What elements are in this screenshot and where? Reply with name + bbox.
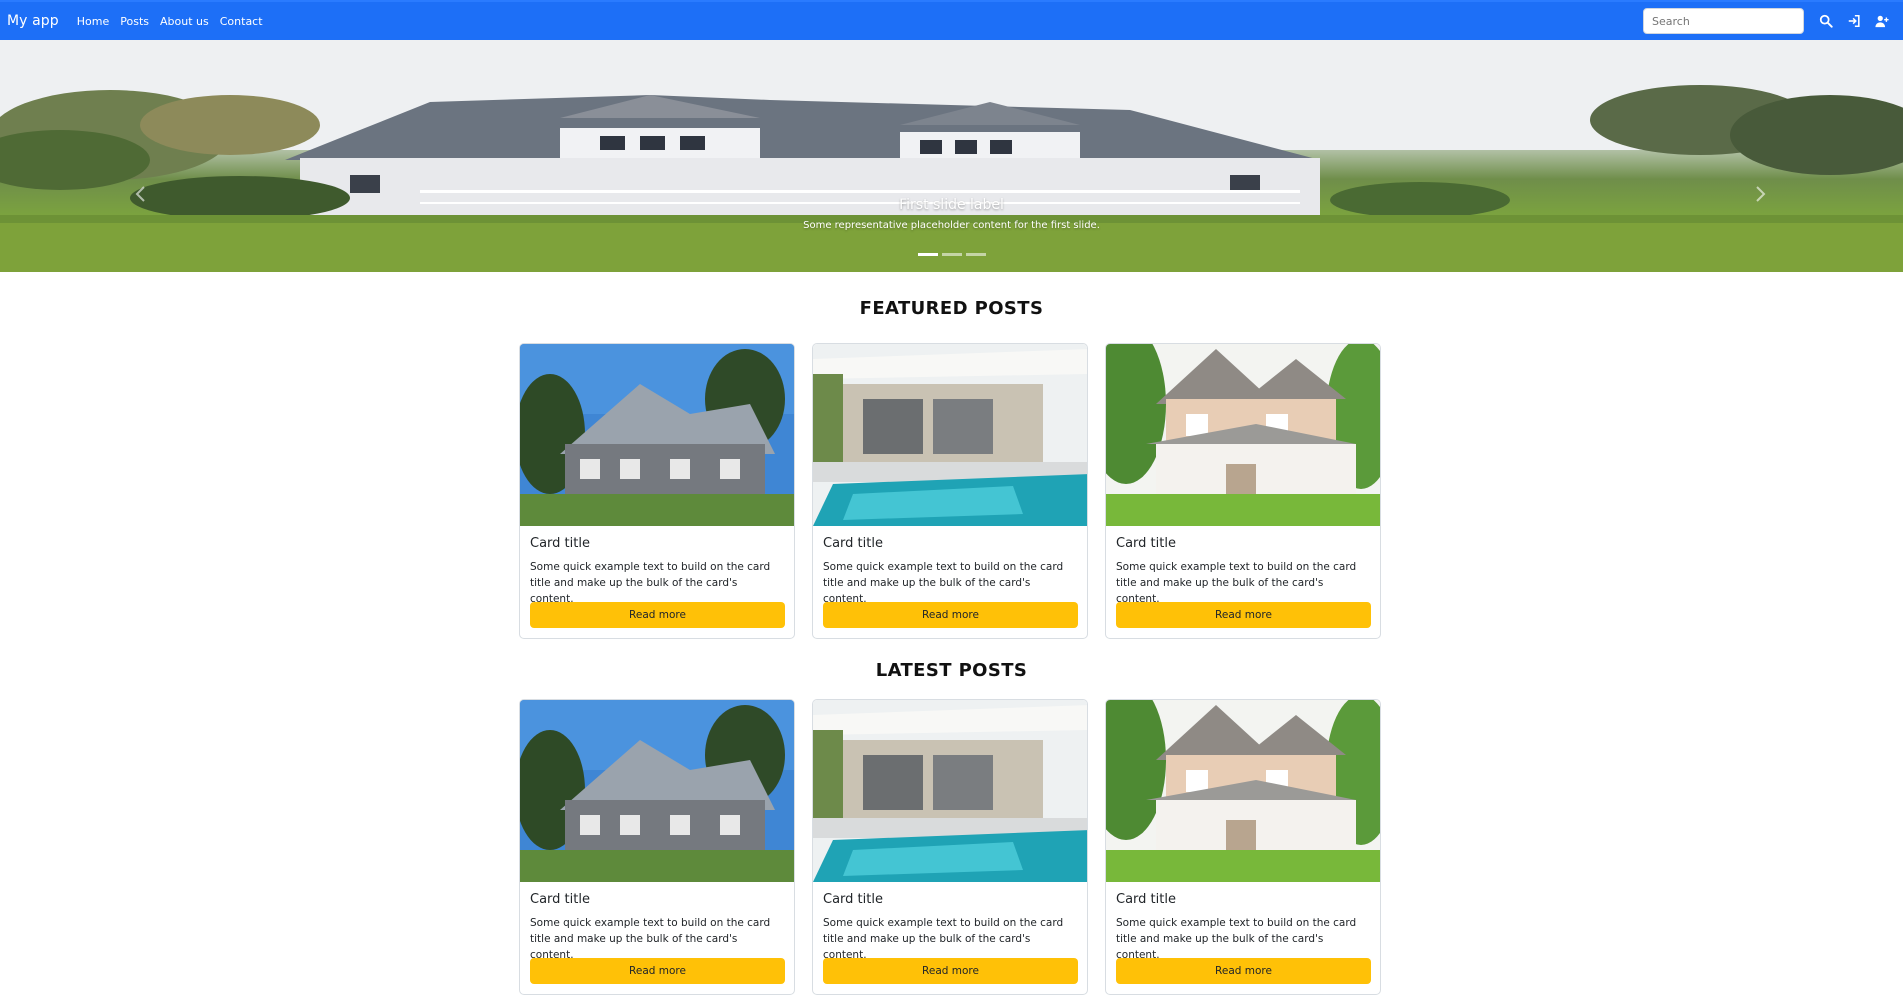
read-more-button[interactable]: Read more: [530, 958, 785, 984]
featured-posts-heading: FEATURED POSTS: [859, 298, 1044, 319]
latest-card-1: Card title Some quick example text to bu…: [519, 699, 795, 995]
user-plus-icon[interactable]: [1868, 6, 1896, 36]
card-body: Card title Some quick example text to bu…: [813, 882, 1087, 994]
carousel-indicator-2[interactable]: [941, 253, 962, 256]
card-title: Card title: [530, 536, 590, 551]
read-more-button[interactable]: Read more: [823, 602, 1078, 628]
card-text: Some quick example text to build on the …: [530, 561, 771, 605]
nav-link-about-us[interactable]: About us: [160, 15, 209, 28]
card-image: [813, 344, 1087, 526]
carousel-caption-title: First slide label: [899, 197, 1004, 213]
card-body: Card title Some quick example text to bu…: [813, 526, 1087, 638]
nav-link-contact[interactable]: Contact: [220, 15, 263, 28]
nav-link-posts[interactable]: Posts: [120, 15, 149, 28]
latest-card-2: Card title Some quick example text to bu…: [812, 699, 1088, 995]
card-title: Card title: [823, 536, 883, 551]
carousel-indicator-1[interactable]: [917, 253, 938, 256]
card-image: [1106, 344, 1380, 526]
carousel-indicator-3[interactable]: [965, 253, 986, 256]
card-image: [520, 344, 794, 526]
latest-posts-heading: LATEST POSTS: [875, 660, 1028, 681]
carousel-caption-text: Some representative placeholder content …: [803, 220, 1100, 231]
card-text: Some quick example text to build on the …: [823, 561, 1064, 605]
featured-card-3: Card title Some quick example text to bu…: [1105, 343, 1381, 639]
read-more-button[interactable]: Read more: [530, 602, 785, 628]
search-input[interactable]: [1643, 8, 1804, 34]
card-image: [1106, 700, 1380, 882]
card-body: Card title Some quick example text to bu…: [520, 882, 794, 994]
carousel-slide-image: [0, 40, 1903, 272]
card-text: Some quick example text to build on the …: [823, 917, 1064, 961]
card-image: [813, 700, 1087, 882]
card-title: Card title: [1116, 892, 1176, 907]
card-image: [520, 700, 794, 882]
card-title: Card title: [823, 892, 883, 907]
latest-card-3: Card title Some quick example text to bu…: [1105, 699, 1381, 995]
read-more-button[interactable]: Read more: [1116, 602, 1371, 628]
card-body: Card title Some quick example text to bu…: [520, 526, 794, 638]
search-icon[interactable]: [1812, 6, 1840, 36]
featured-card-2: Card title Some quick example text to bu…: [812, 343, 1088, 639]
carousel-indicators: [0, 253, 1903, 256]
read-more-button[interactable]: Read more: [1116, 958, 1371, 984]
nav-link-home[interactable]: Home: [77, 15, 109, 28]
featured-card-1: Card title Some quick example text to bu…: [519, 343, 795, 639]
card-text: Some quick example text to build on the …: [530, 917, 771, 961]
card-body: Card title Some quick example text to bu…: [1106, 882, 1380, 994]
nav-right-group: [1643, 6, 1896, 36]
card-text: Some quick example text to build on the …: [1116, 917, 1357, 961]
login-icon[interactable]: [1840, 6, 1868, 36]
card-text: Some quick example text to build on the …: [1116, 561, 1357, 605]
card-title: Card title: [1116, 536, 1176, 551]
brand-logo[interactable]: My app: [7, 13, 59, 29]
card-title: Card title: [530, 892, 590, 907]
hero-carousel: First slide label Some representative pl…: [0, 40, 1903, 272]
navbar: My app Home Posts About us Contact: [0, 0, 1903, 40]
read-more-button[interactable]: Read more: [823, 958, 1078, 984]
card-body: Card title Some quick example text to bu…: [1106, 526, 1380, 638]
